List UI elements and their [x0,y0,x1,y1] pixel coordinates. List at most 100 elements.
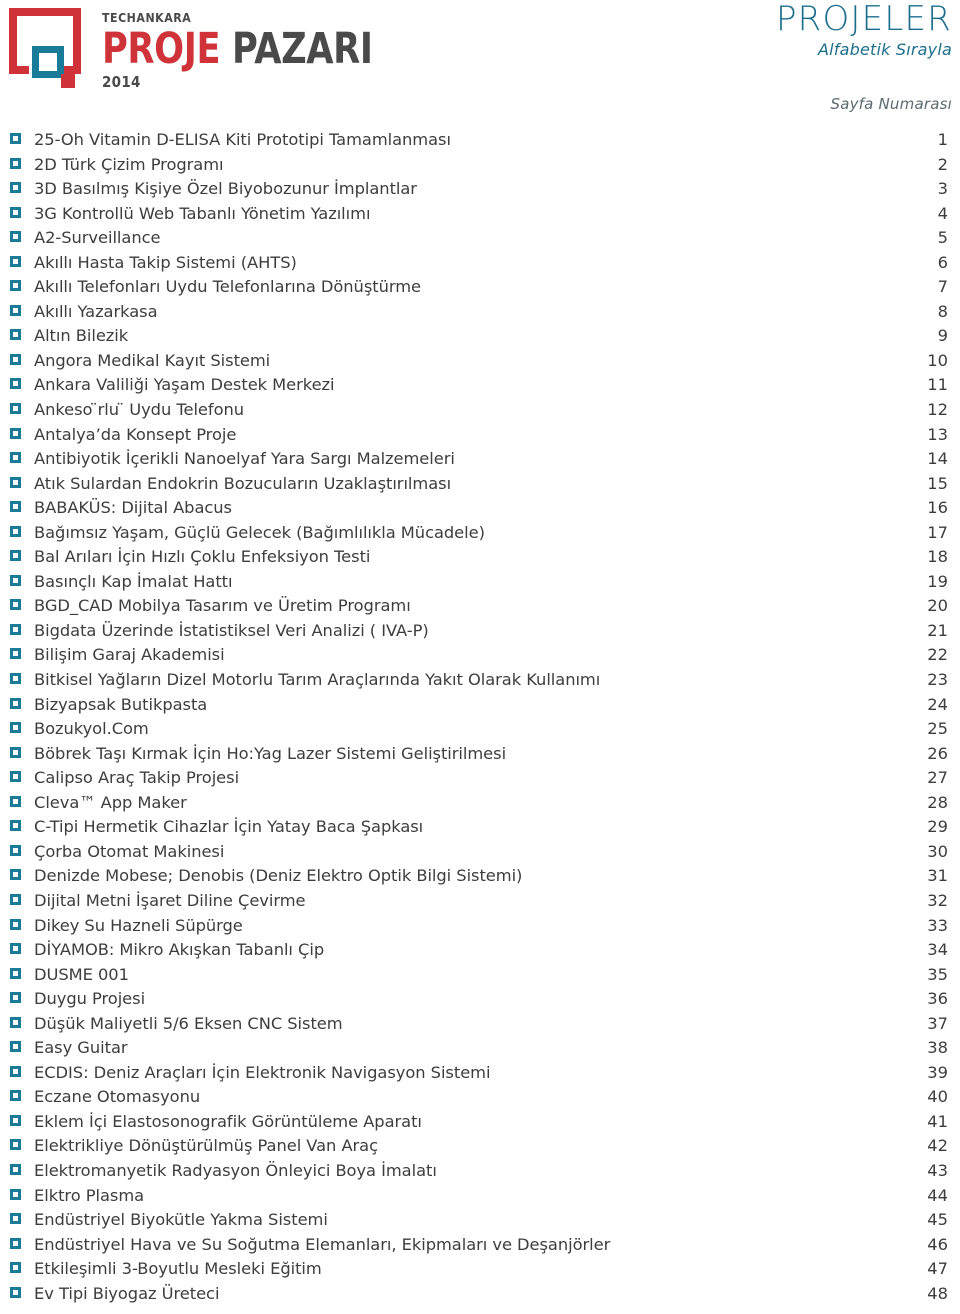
checkbox-square-icon [10,746,21,758]
list-item[interactable]: Elktro Plasma 44 [0,1186,960,1211]
list-item-page-number: 7 [937,277,948,297]
brand-main-text: PROJE PAZARI [102,27,373,71]
list-item-page-number: 44 [927,1185,948,1205]
list-item[interactable]: 3G Kontrollü Web Tabanlı Yönetim Yazılım… [0,204,960,229]
list-item[interactable]: 3D Basılmış Kişiye Özel Biyobozunur İmpl… [0,179,960,204]
page-title: PROJELER [775,0,952,39]
list-item[interactable]: A2-Surveillance 5 [0,228,960,253]
list-item-page-number: 14 [927,449,948,469]
list-item[interactable]: Bitkisel Yağların Dizel Motorlu Tarım Ar… [0,670,960,695]
page-subtitle: Alfabetik Sırayla [817,39,952,59]
list-item[interactable]: Endüstriyel Biyokütle Yakma Sistemi 45 [0,1210,960,1235]
list-item-page-number: 3 [937,179,948,199]
list-item[interactable]: Bağımsız Yaşam, Güçlü Gelecek (Bağımlılı… [0,523,960,548]
list-item[interactable]: Ankeso ̈rlu ̈ Uydu Telefonu 12 [0,400,960,425]
brand-year-text: 2014 [102,72,141,91]
list-item[interactable]: Duygu Projesi 36 [0,989,960,1014]
list-item[interactable]: BGD_CAD Mobilya Tasarım ve Üretim Progra… [0,596,960,621]
list-item[interactable]: 25-Oh Vitamin D-ELISA Kiti Prototipi Tam… [0,130,960,155]
list-item[interactable]: BABAKÜS: Dijital Abacus 16 [0,498,960,523]
checkbox-square-icon [10,1090,21,1102]
checkbox-square-icon [10,304,21,316]
list-item[interactable]: Dijital Metni İşaret Diline Çevirme 32 [0,891,960,916]
checkbox-square-icon [10,231,21,243]
list-item[interactable]: Dikey Su Hazneli Süpürge 33 [0,916,960,941]
list-item[interactable]: Eklem İçi Elastosonografik Görüntüleme A… [0,1112,960,1137]
list-item-label: Bağımsız Yaşam, Güçlü Gelecek (Bağımlılı… [34,522,485,542]
checkbox-square-icon [10,1237,21,1249]
list-item-label: Basınçlı Kap İmalat Hattı [34,571,233,591]
list-item[interactable]: Calipso Araç Takip Projesi 27 [0,768,960,793]
list-item[interactable]: Bilişim Garaj Akademisi 22 [0,645,960,670]
list-item-page-number: 47 [927,1259,948,1279]
checkbox-square-icon [10,623,21,635]
checkbox-square-icon [10,1041,21,1053]
list-item-label: ECDIS: Deniz Araçları İçin Elektronik Na… [34,1062,491,1082]
list-item-page-number: 1 [937,130,948,149]
list-item[interactable]: Denizde Mobese; Denobis (Deniz Elektro O… [0,866,960,891]
list-item-label: Endüstriyel Biyokütle Yakma Sistemi [34,1210,328,1230]
list-item-page-number: 40 [927,1087,948,1107]
list-item[interactable]: Bozukyol.Com 25 [0,719,960,744]
checkbox-square-icon [10,501,21,513]
list-item[interactable]: Etkileşimli 3-Boyutlu Mesleki Eğitim 47 [0,1259,960,1284]
list-item-page-number: 5 [937,228,948,248]
checkbox-square-icon [10,722,21,734]
list-item[interactable]: Böbrek Taşı Kırmak İçin Ho:Yag Lazer Sis… [0,744,960,769]
list-item[interactable]: Elektromanyetik Radyasyon Önleyici Boya … [0,1161,960,1186]
list-item-label: 2D Türk Çizim Programı [34,154,224,174]
page-number-column-header: Sayfa Numarası [830,95,952,113]
list-item-page-number: 39 [927,1062,948,1082]
list-item[interactable]: C-Tipi Hermetik Cihazlar İçin Yatay Baca… [0,817,960,842]
checkbox-square-icon [10,1114,21,1126]
list-item[interactable]: Altın Bilezik 9 [0,326,960,351]
checkbox-square-icon [10,673,21,685]
list-item[interactable]: Antalya’da Konsept Proje 13 [0,425,960,450]
list-item[interactable]: Ev Tipi Biyogaz Üreteci 48 [0,1284,960,1309]
page-header: TECHANKARA PROJE PAZARI 2014 PROJELER Al… [0,0,960,118]
list-item[interactable]: DİYAMOB: Mikro Akışkan Tabanlı Çip 34 [0,940,960,965]
list-item[interactable]: Endüstriyel Hava ve Su Soğutma Elemanlar… [0,1235,960,1260]
list-item[interactable]: Bal Arıları İçin Hızlı Çoklu Enfeksiyon … [0,547,960,572]
list-item[interactable]: Bizyapsak Butikpasta 24 [0,695,960,720]
list-item-label: Eczane Otomasyonu [34,1087,201,1107]
list-item-label: Dikey Su Hazneli Süpürge [34,915,243,935]
list-item-page-number: 45 [927,1210,948,1230]
list-item-page-number: 26 [927,743,948,763]
list-item[interactable]: Easy Guitar 38 [0,1038,960,1063]
list-item-label: Çorba Otomat Makinesi [34,841,225,861]
list-item-label: Dijital Metni İşaret Diline Çevirme [34,890,306,910]
list-item[interactable]: Bigdata Üzerinde İstatistiksel Veri Anal… [0,621,960,646]
list-item[interactable]: Çorba Otomat Makinesi 30 [0,842,960,867]
list-item-page-number: 37 [927,1013,948,1033]
list-item[interactable]: Ankara Valiliği Yaşam Destek Merkezi 11 [0,375,960,400]
list-item[interactable]: Atık Sulardan Endokrin Bozucuların Uzakl… [0,474,960,499]
list-item[interactable]: Akıllı Yazarkasa 8 [0,302,960,327]
checkbox-square-icon [10,1016,21,1028]
list-item[interactable]: Düşük Maliyetli 5/6 Eksen CNC Sistem 37 [0,1014,960,1039]
checkbox-square-icon [10,869,21,881]
list-item-page-number: 31 [927,866,948,886]
list-item-label: Bitkisel Yağların Dizel Motorlu Tarım Ar… [34,670,601,690]
list-item-page-number: 23 [927,670,948,690]
list-item[interactable]: Angora Medikal Kayıt Sistemi 10 [0,351,960,376]
list-item[interactable]: Eczane Otomasyonu 40 [0,1087,960,1112]
list-item-label: Akıllı Hasta Takip Sistemi (AHTS) [34,252,297,272]
list-item[interactable]: Antibiyotik İçerikli Nanoelyaf Yara Sarg… [0,449,960,474]
list-item[interactable]: Akıllı Hasta Takip Sistemi (AHTS) 6 [0,253,960,278]
list-item[interactable]: DUSME 001 35 [0,965,960,990]
list-item[interactable]: ECDIS: Deniz Araçları İçin Elektronik Na… [0,1063,960,1088]
list-item[interactable]: 2D Türk Çizim Programı 2 [0,155,960,180]
list-item[interactable]: Basınçlı Kap İmalat Hattı 19 [0,572,960,597]
list-item-page-number: 10 [927,350,948,370]
checkbox-square-icon [10,1286,21,1298]
list-item-page-number: 30 [927,841,948,861]
brand-main-text-red: PROJE [102,23,221,74]
list-item[interactable]: Elektrikliye Dönüştürülmüş Panel Van Ara… [0,1136,960,1161]
list-item-page-number: 2 [937,154,948,174]
list-item[interactable]: Akıllı Telefonları Uydu Telefonlarına Dö… [0,277,960,302]
checkbox-square-icon [10,918,21,930]
list-item[interactable]: Cleva™ App Maker 28 [0,793,960,818]
brand-wordmark: TECHANKARA PROJE PAZARI 2014 [102,6,432,90]
list-item-page-number: 35 [927,964,948,984]
